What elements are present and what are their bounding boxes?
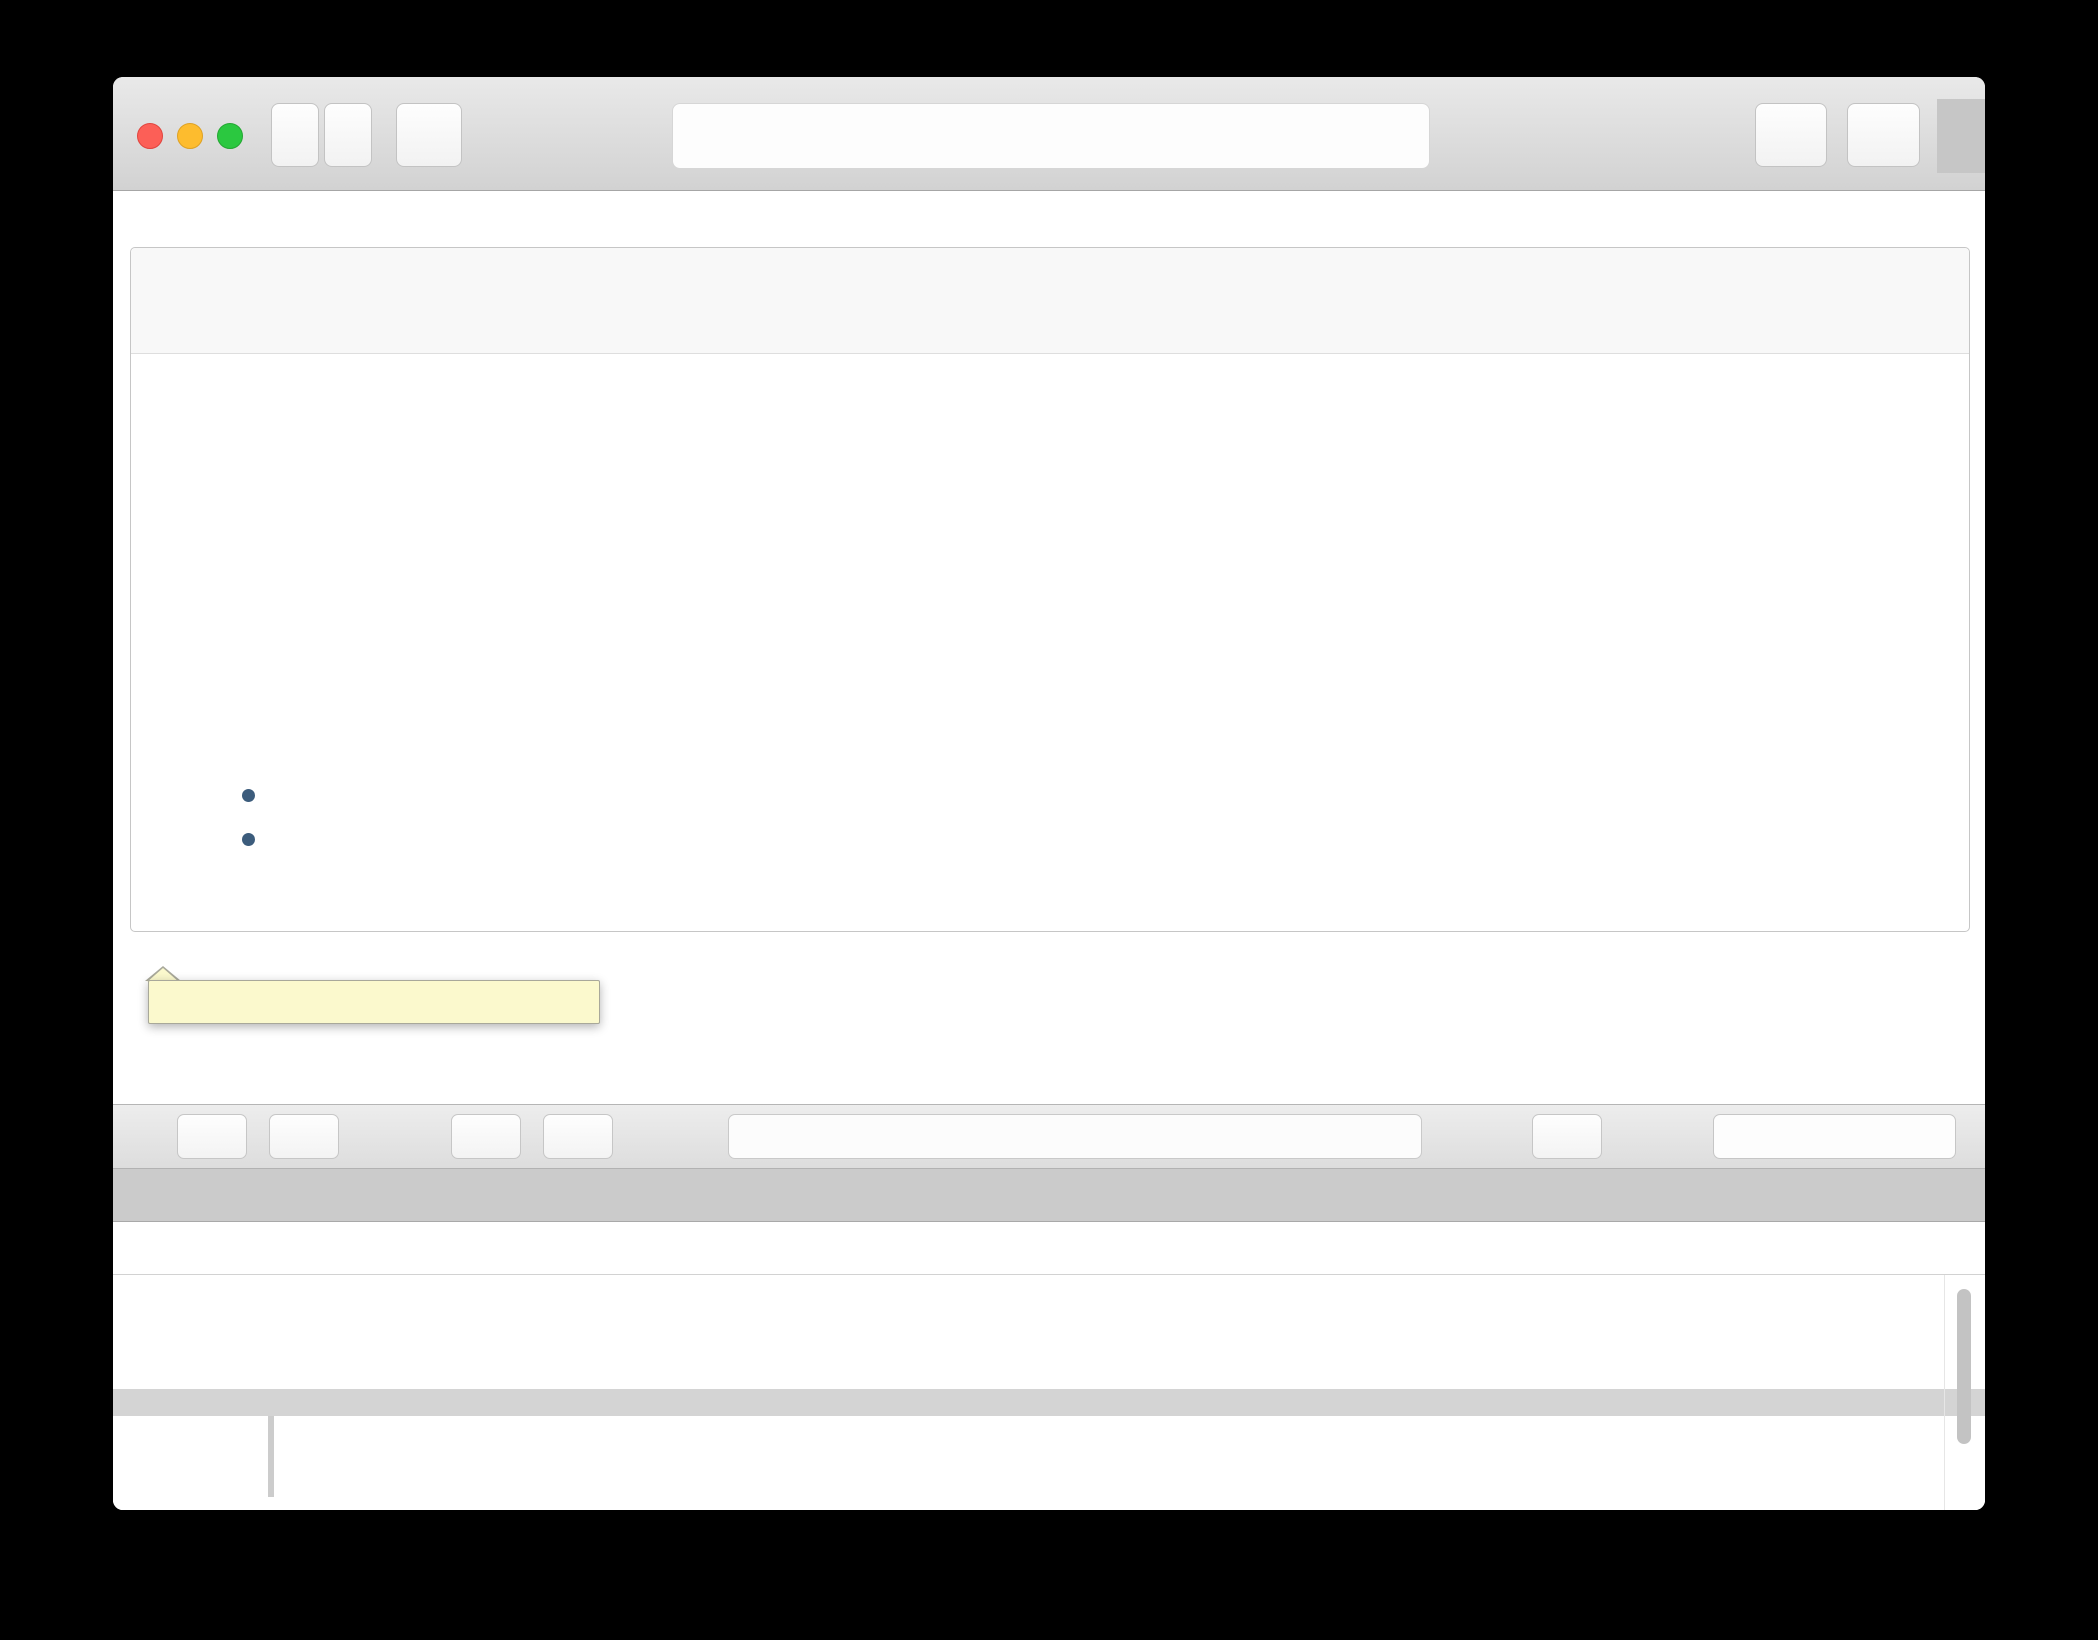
sidebar-toggle-button[interactable] — [396, 103, 462, 167]
safari-window — [113, 77, 1985, 1510]
scrollbar-thumb[interactable] — [1957, 1289, 1971, 1444]
bullet-icon — [242, 789, 255, 802]
devtools-breadcrumb — [113, 1222, 1985, 1275]
reload-page-button[interactable] — [451, 1114, 521, 1159]
indent-guide — [268, 1416, 274, 1497]
show-tabs-button[interactable] — [1847, 103, 1920, 167]
minimize-window-button[interactable] — [177, 123, 203, 149]
devtools-search-field[interactable] — [1713, 1114, 1956, 1159]
tooltip-caret — [145, 966, 181, 981]
zoom-window-button[interactable] — [217, 123, 243, 149]
highlight-content-description-block — [172, 683, 1932, 905]
element-picker-button[interactable] — [1532, 1114, 1602, 1159]
scrollbar-gutter — [1944, 1275, 1945, 1510]
share-button[interactable] — [1755, 103, 1827, 167]
back-button[interactable] — [271, 103, 319, 167]
screenshot-stage — [0, 0, 2098, 1640]
forward-button[interactable] — [324, 103, 372, 167]
dom-tree — [113, 1275, 1985, 1510]
devtools-close-button[interactable] — [127, 1114, 163, 1159]
page-viewport — [113, 191, 1985, 1510]
dock-undock-button[interactable] — [177, 1114, 247, 1159]
highlight-margin-bottom — [152, 925, 1952, 968]
ckeditor-toolbar — [131, 248, 1969, 354]
address-bar[interactable] — [672, 103, 1430, 169]
new-tab-button[interactable] — [1937, 99, 1985, 173]
element-dimensions-tooltip — [148, 980, 600, 1024]
devtools-toolbar — [113, 1104, 1985, 1169]
bullet-icon — [242, 833, 255, 846]
browser-toolbar — [113, 77, 1985, 191]
highlight-content-gap — [172, 653, 1932, 683]
highlight-content-title-block — [172, 534, 1932, 653]
download-button[interactable] — [543, 1114, 613, 1159]
devtools-tab-bar — [113, 1169, 1985, 1222]
split-view-button[interactable] — [269, 1114, 339, 1159]
close-window-button[interactable] — [137, 123, 163, 149]
devtools-status-badges — [728, 1114, 1422, 1159]
selected-node-row-highlight — [113, 1389, 1985, 1416]
